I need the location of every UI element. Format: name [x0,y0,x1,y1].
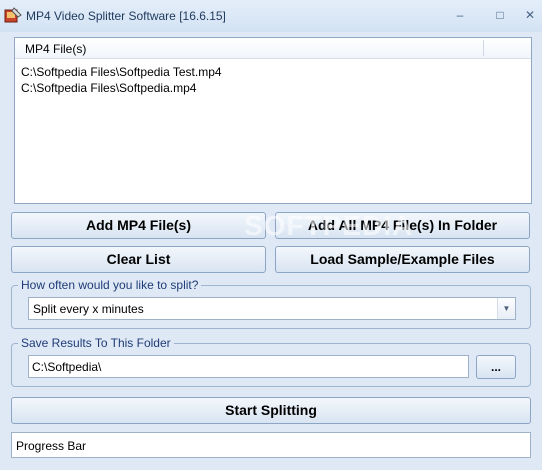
split-group: How often would you like to split? Split… [11,278,531,329]
save-group-title: Save Results To This Folder [18,336,174,350]
app-icon [4,7,22,23]
list-header[interactable]: MP4 File(s) [15,38,531,59]
column-divider[interactable] [483,40,484,56]
split-mode-select[interactable]: Split every x minutes ▼ [28,297,516,320]
add-folder-button[interactable]: Add All MP4 File(s) In Folder [275,212,530,239]
browse-button[interactable]: ... [476,355,516,379]
file-list[interactable]: MP4 File(s) C:\Softpedia Files\Softpedia… [14,37,532,204]
list-item[interactable]: C:\Softpedia Files\Softpedia.mp4 [21,81,196,95]
column-header-files[interactable]: MP4 File(s) [25,42,86,56]
window-title: MP4 Video Splitter Software [16.6.15] [26,9,226,23]
output-folder-value: C:\Softpedia\ [32,360,102,374]
chevron-down-icon[interactable]: ▼ [497,298,515,319]
load-samples-button[interactable]: Load Sample/Example Files [275,246,530,273]
save-group: Save Results To This Folder C:\Softpedia… [11,336,531,387]
start-splitting-button[interactable]: Start Splitting [11,397,531,424]
output-folder-field[interactable]: C:\Softpedia\ [28,355,469,378]
add-files-button[interactable]: Add MP4 File(s) [11,212,266,239]
split-group-title: How often would you like to split? [18,278,202,292]
progress-bar: Progress Bar [11,432,531,458]
main-panel: MP4 File(s) C:\Softpedia Files\Softpedia… [4,32,538,466]
progress-label: Progress Bar [16,439,87,453]
split-mode-value: Split every x minutes [33,302,144,316]
clear-list-button[interactable]: Clear List [11,246,266,273]
close-icon[interactable]: ✕ [520,8,540,22]
title-bar[interactable]: MP4 Video Splitter Software [16.6.15] – … [0,0,542,32]
minimize-icon[interactable]: – [450,8,470,22]
maximize-icon[interactable]: □ [490,8,510,22]
list-item[interactable]: C:\Softpedia Files\Softpedia Test.mp4 [21,65,222,79]
